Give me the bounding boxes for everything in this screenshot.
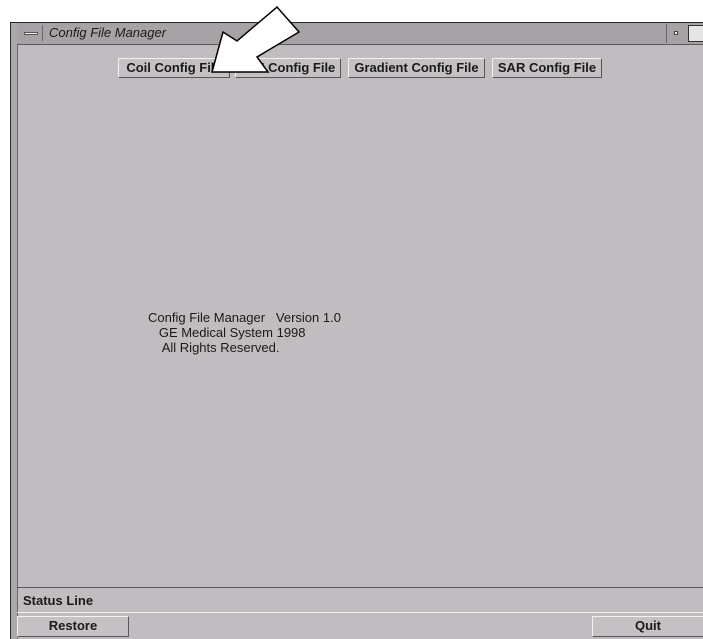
title-bar[interactable]: Config File Manager <box>17 23 703 45</box>
minimize-button[interactable] <box>666 24 686 43</box>
window-frame-left[interactable] <box>11 23 18 639</box>
status-line-label: Status Line <box>23 593 94 608</box>
version-line: Config File Manager Version 1.0 <box>148 310 341 325</box>
company-line: GE Medical System 1998 <box>148 325 306 340</box>
window-menu-icon <box>24 32 38 35</box>
coil-config-file-button[interactable]: Coil Config File <box>118 58 230 78</box>
bottom-button-row: Restore Quit <box>17 614 703 638</box>
mri-config-file-button[interactable]: MRI Config File <box>235 58 341 78</box>
status-divider <box>17 612 703 613</box>
about-text: Config File Manager Version 1.0 GE Medic… <box>148 310 341 355</box>
gradient-config-file-button[interactable]: Gradient Config File <box>348 58 485 78</box>
config-file-manager-window: Config File Manager Coil Config File MRI… <box>10 22 703 639</box>
maximize-button[interactable] <box>688 25 703 42</box>
window-menu-button[interactable] <box>19 25 43 41</box>
rights-line: All Rights Reserved. <box>148 340 280 355</box>
window-title: Config File Manager <box>49 25 167 40</box>
config-file-button-row: Coil Config File MRI Config File Gradien… <box>11 58 703 80</box>
restore-button[interactable]: Restore <box>17 616 129 637</box>
sar-config-file-button[interactable]: SAR Config File <box>492 58 602 78</box>
status-line-area: Status Line <box>17 587 703 612</box>
title-buttons <box>666 24 703 44</box>
minimize-icon <box>674 31 678 35</box>
quit-button[interactable]: Quit <box>592 616 703 637</box>
